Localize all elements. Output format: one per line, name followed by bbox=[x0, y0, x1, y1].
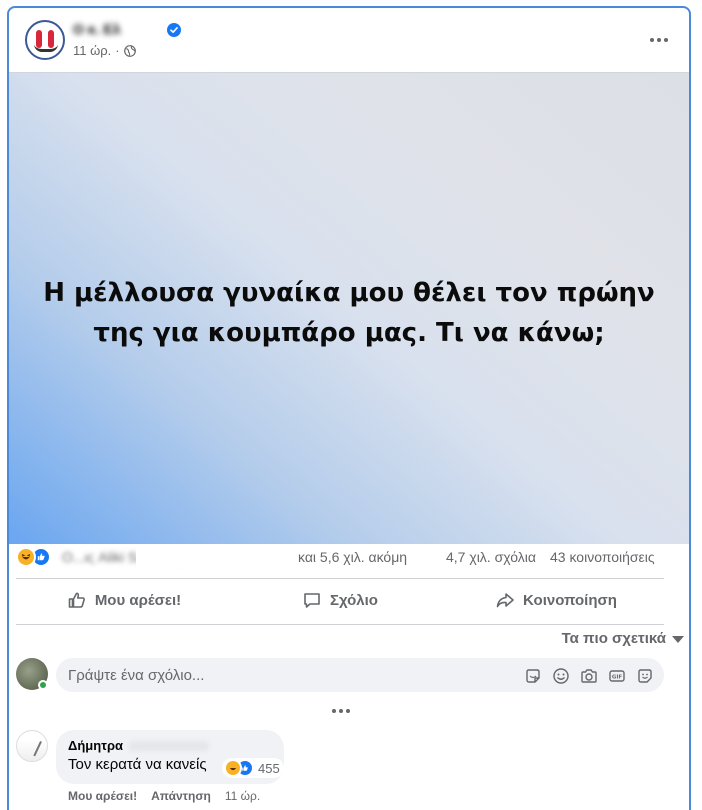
meta-separator: · bbox=[115, 43, 120, 58]
dot-icon bbox=[346, 709, 350, 713]
share-button[interactable]: Κοινοποίηση bbox=[448, 582, 664, 618]
composer-tools: GIF bbox=[524, 665, 654, 687]
post-header: Ο κ. Ελ 11 ώρ. · bbox=[9, 8, 689, 72]
online-status-dot bbox=[38, 680, 48, 690]
comment-author[interactable]: Δήμητρα bbox=[68, 738, 123, 753]
reaction-icons[interactable] bbox=[16, 547, 56, 567]
comment-actions: Μου αρέσει! Απάντηση 11 ώρ. bbox=[68, 789, 260, 803]
commenter-avatar[interactable] bbox=[16, 730, 48, 762]
haha-icon bbox=[16, 547, 36, 567]
emoji-icon[interactable] bbox=[552, 667, 570, 685]
avatar-sticker-icon[interactable] bbox=[636, 667, 654, 685]
dot-icon bbox=[339, 709, 343, 713]
verified-badge-icon bbox=[167, 23, 181, 37]
sort-label: Τα πιο σχετικά bbox=[561, 630, 666, 647]
page-avatar[interactable] bbox=[25, 20, 65, 60]
comment-label: Σχόλιο bbox=[330, 591, 378, 609]
comment-author-row: Δήμητρα bbox=[68, 738, 272, 753]
reactions-summary: Ο...ις Aliki Sa... Ιση και 5,6 χιλ. ακόμ… bbox=[16, 546, 666, 570]
comment-reaction-count: 455 bbox=[258, 760, 280, 776]
divider bbox=[16, 624, 664, 625]
redaction bbox=[136, 546, 296, 568]
divider bbox=[16, 578, 664, 579]
sticker-icon[interactable] bbox=[524, 667, 542, 685]
share-icon bbox=[496, 593, 514, 608]
image-text-line-2: της για κουμπάρο μας. Τι να κάνω; bbox=[93, 318, 605, 348]
like-button[interactable]: Μου αρέσει! bbox=[16, 582, 232, 618]
like-label: Μου αρέσει! bbox=[94, 591, 182, 609]
dot-icon bbox=[664, 38, 668, 42]
comment-sort-dropdown[interactable]: Τα πιο σχετικά bbox=[562, 630, 684, 647]
post-image[interactable]: Η μέλλουσα γυναίκα μου θέλει τον πρώην τ… bbox=[9, 72, 689, 544]
dot-icon bbox=[657, 38, 661, 42]
comment-icon bbox=[304, 593, 320, 608]
dot-icon bbox=[650, 38, 654, 42]
gif-icon[interactable]: GIF bbox=[608, 667, 626, 685]
comment-reply-button[interactable]: Απάντηση bbox=[151, 789, 211, 803]
reactions-more-count[interactable]: και 5,6 χιλ. ακόμη bbox=[298, 549, 407, 565]
action-row: Μου αρέσει! Σχόλιο Κοινοποίηση bbox=[16, 582, 664, 618]
comment-reactions[interactable]: 455 bbox=[222, 758, 284, 778]
image-text-line-1: Η μέλλουσα γυναίκα μου θέλει τον πρώην bbox=[43, 278, 655, 308]
load-more-comments[interactable] bbox=[331, 707, 351, 715]
globe-icon bbox=[123, 44, 136, 57]
shares-count[interactable]: 43 κοινοποιήσεις bbox=[550, 549, 655, 565]
thumbs-up-icon bbox=[68, 592, 85, 608]
post-time[interactable]: 11 ώρ. bbox=[73, 43, 111, 58]
redaction bbox=[129, 740, 210, 751]
camera-icon[interactable] bbox=[580, 667, 598, 685]
comment-button[interactable]: Σχόλιο bbox=[232, 582, 448, 618]
comments-count[interactable]: 4,7 χιλ. σχόλια bbox=[446, 549, 536, 565]
post-image-text: Η μέλλουσα γυναίκα μου θέλει τον πρώην τ… bbox=[29, 273, 669, 353]
dot-icon bbox=[332, 709, 336, 713]
more-options-button[interactable] bbox=[647, 30, 671, 50]
haha-icon bbox=[224, 759, 242, 777]
caret-down-icon bbox=[672, 636, 684, 643]
comment-time[interactable]: 11 ώρ. bbox=[225, 789, 260, 803]
share-label: Κοινοποίηση bbox=[523, 591, 617, 609]
post-meta: 11 ώρ. · bbox=[73, 43, 136, 58]
svg-text:GIF: GIF bbox=[612, 675, 623, 681]
page-name[interactable]: Ο κ. Ελ bbox=[73, 21, 121, 37]
comment-like-button[interactable]: Μου αρέσει! bbox=[68, 789, 137, 803]
